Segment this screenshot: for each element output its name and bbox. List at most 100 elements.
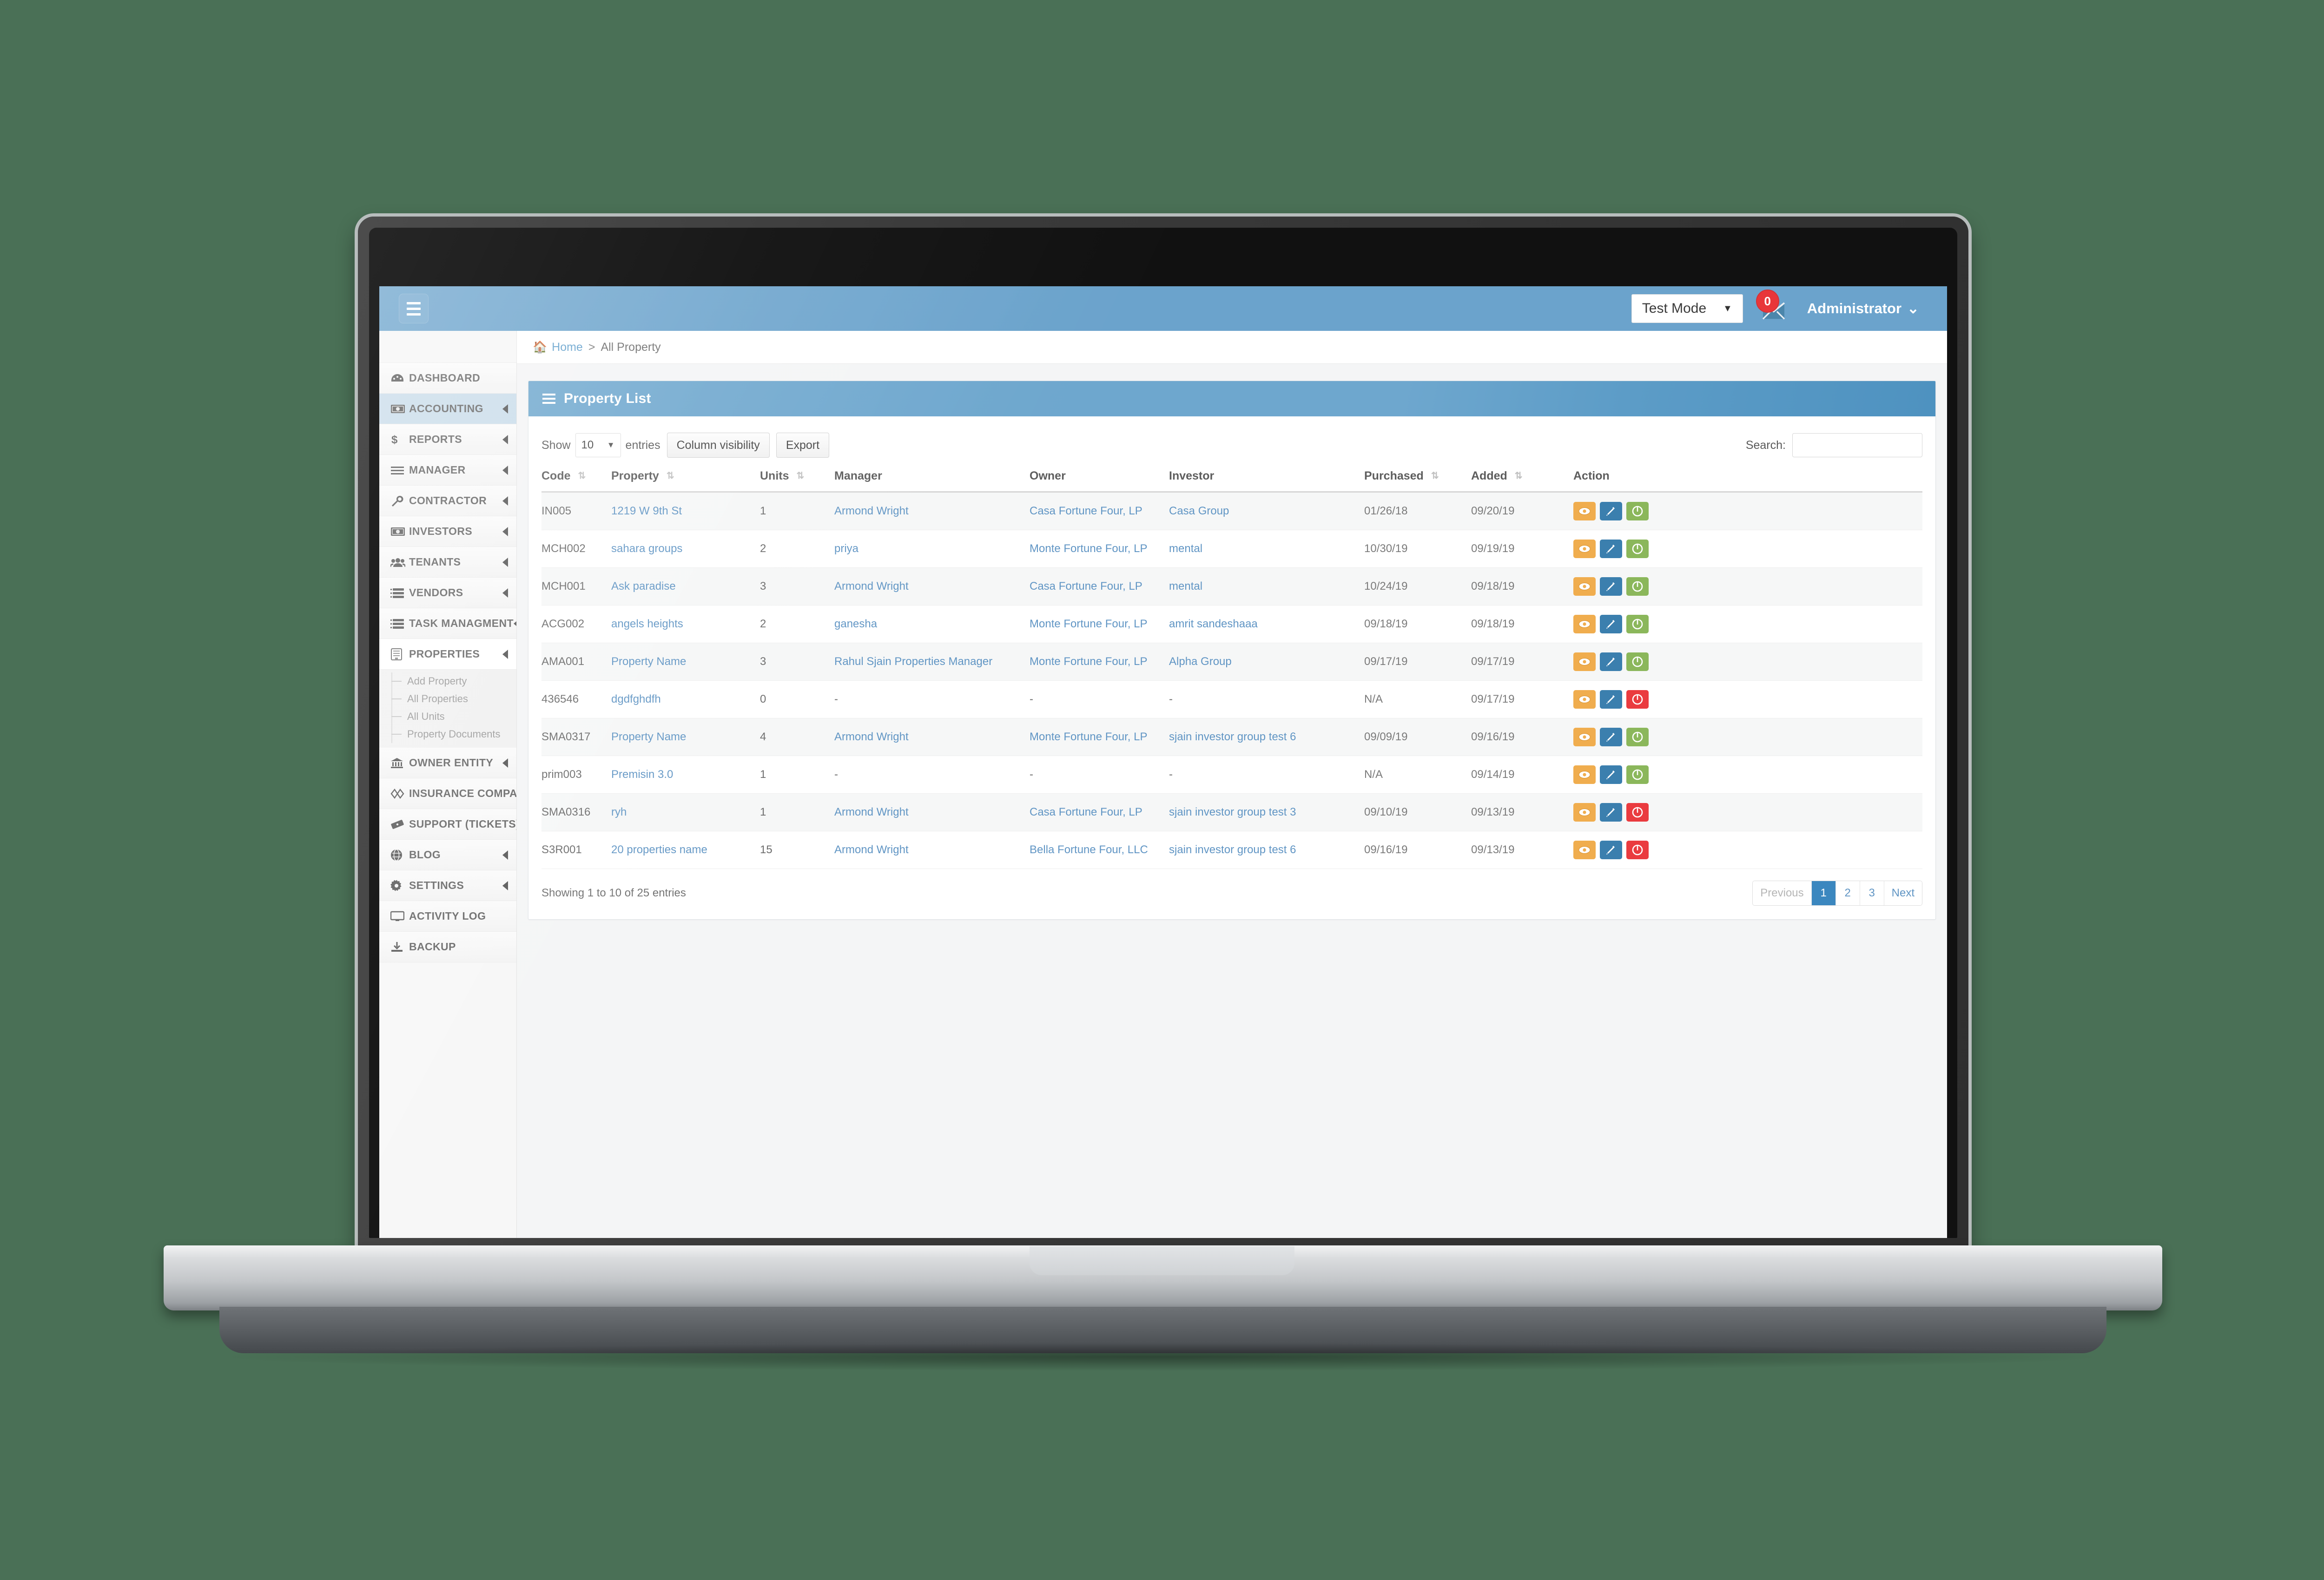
- pagination-item[interactable]: 3: [1860, 881, 1884, 905]
- edit-button[interactable]: [1600, 841, 1622, 859]
- cell-link[interactable]: 20 properties name: [611, 843, 707, 856]
- cell-link[interactable]: Casa Fortune Four, LP: [1030, 580, 1142, 592]
- col-purchased[interactable]: Purchased ⇅: [1364, 465, 1471, 493]
- sidebar-item-accounting[interactable]: ACCOUNTING: [379, 394, 516, 424]
- sidebar-item-activity-log[interactable]: ACTIVITY LOG: [379, 901, 516, 932]
- cell-link[interactable]: ganesha: [834, 618, 877, 630]
- edit-button[interactable]: [1600, 540, 1622, 558]
- table-row[interactable]: prim003 Premisin 3.0 1- - - N/A 09/14/19: [541, 756, 1922, 794]
- cell-link[interactable]: sjain investor group test 6: [1169, 731, 1296, 743]
- col-property[interactable]: Property ⇅: [611, 465, 760, 493]
- view-button[interactable]: [1573, 841, 1596, 859]
- cell-link[interactable]: dgdfghdfh: [611, 693, 661, 705]
- edit-button[interactable]: [1600, 765, 1622, 784]
- status-toggle-button[interactable]: [1626, 728, 1649, 746]
- cell-link[interactable]: sjain investor group test 3: [1169, 806, 1296, 818]
- sidebar-subitem-all-properties[interactable]: All Properties: [379, 690, 516, 708]
- col-code[interactable]: Code ⇅: [541, 465, 611, 493]
- cell-link[interactable]: Premisin 3.0: [611, 768, 673, 781]
- view-button[interactable]: [1573, 652, 1596, 671]
- cell-link[interactable]: Casa Fortune Four, LP: [1030, 505, 1142, 517]
- table-row[interactable]: IN005 1219 W 9th St 1 Armond Wright Casa For…: [541, 492, 1922, 530]
- sidebar-item-support-tickets[interactable]: SUPPORT (TICKETS): [379, 809, 516, 840]
- sidebar-subitem-all-units[interactable]: All Units: [379, 708, 516, 725]
- status-toggle-button[interactable]: [1626, 502, 1649, 520]
- cell-link[interactable]: Monte Fortune Four, LP: [1030, 542, 1147, 555]
- sidebar-item-investors[interactable]: INVESTORS: [379, 516, 516, 547]
- edit-button[interactable]: [1600, 577, 1622, 596]
- edit-button[interactable]: [1600, 690, 1622, 709]
- cell-link[interactable]: Armond Wright: [834, 505, 909, 517]
- cell-link[interactable]: 1219 W 9th St: [611, 505, 682, 517]
- search-input[interactable]: [1792, 433, 1922, 457]
- table-row[interactable]: AMA001 Property Name 3 Rahul Sjain Properti…: [541, 643, 1922, 681]
- cell-link[interactable]: Monte Fortune Four, LP: [1030, 655, 1147, 668]
- edit-button[interactable]: [1600, 803, 1622, 822]
- sidebar-item-tenants[interactable]: TENANTS: [379, 547, 516, 578]
- status-toggle-button[interactable]: [1626, 615, 1649, 633]
- sidebar-item-backup[interactable]: BACKUP: [379, 932, 516, 962]
- sidebar-item-insurance-company[interactable]: INSURANCE COMPANY: [379, 778, 516, 809]
- sidebar-item-blog[interactable]: BLOG: [379, 840, 516, 870]
- sidebar-item-manager[interactable]: MANAGER: [379, 455, 516, 486]
- table-row[interactable]: MCH002 sahara groups 2 priya Monte Fortune F…: [541, 530, 1922, 568]
- view-button[interactable]: [1573, 728, 1596, 746]
- account-menu[interactable]: Administrator ⌄: [1807, 300, 1919, 317]
- cell-link[interactable]: amrit sandeshaaa: [1169, 618, 1258, 630]
- cell-link[interactable]: Rahul Sjain Properties Manager: [834, 655, 992, 668]
- cell-link[interactable]: Monte Fortune Four, LP: [1030, 618, 1147, 630]
- cell-link[interactable]: Armond Wright: [834, 806, 909, 818]
- view-button[interactable]: [1573, 615, 1596, 633]
- sidebar-item-reports[interactable]: $ REPORTS: [379, 424, 516, 455]
- table-row[interactable]: SMA0316 ryh 1 Armond Wright Casa Fortune Fou…: [541, 793, 1922, 831]
- page-length-select[interactable]: 10 ▼: [575, 433, 621, 457]
- view-button[interactable]: [1573, 690, 1596, 709]
- table-row[interactable]: S3R001 20 properties name 15 Armond Wright B…: [541, 831, 1922, 869]
- pagination-item[interactable]: 2: [1835, 881, 1860, 905]
- test-mode-dropdown[interactable]: Test Mode ▼: [1631, 294, 1743, 323]
- menu-toggle-button[interactable]: [399, 294, 429, 323]
- breadcrumb-home-link[interactable]: Home: [552, 341, 583, 354]
- col-manager[interactable]: Manager: [834, 465, 1030, 493]
- cell-link[interactable]: Armond Wright: [834, 843, 909, 856]
- col-added[interactable]: Added ⇅: [1471, 465, 1573, 493]
- cell-link[interactable]: Property Name: [611, 655, 686, 668]
- export-button[interactable]: Export: [776, 433, 830, 458]
- edit-button[interactable]: [1600, 728, 1622, 746]
- col-units[interactable]: Units ⇅: [760, 465, 834, 493]
- cell-link[interactable]: Ask paradise: [611, 580, 676, 592]
- view-button[interactable]: [1573, 502, 1596, 520]
- cell-link[interactable]: sahara groups: [611, 542, 682, 555]
- view-button[interactable]: [1573, 577, 1596, 596]
- table-row[interactable]: 436546 dgdfghdfh 0- - - N/A 09/17/19: [541, 680, 1922, 718]
- sidebar-item-owner-entity[interactable]: OWNER ENTITY: [379, 748, 516, 778]
- status-toggle-button[interactable]: [1626, 765, 1649, 784]
- sidebar-subitem-add-property[interactable]: Add Property: [379, 672, 516, 690]
- status-toggle-button[interactable]: [1626, 841, 1649, 859]
- cell-link[interactable]: mental: [1169, 580, 1202, 592]
- cell-link[interactable]: Monte Fortune Four, LP: [1030, 731, 1147, 743]
- status-toggle-button[interactable]: [1626, 577, 1649, 596]
- sidebar-item-dashboard[interactable]: DASHBOARD: [379, 363, 516, 394]
- table-row[interactable]: MCH001 Ask paradise 3 Armond Wright Casa For…: [541, 567, 1922, 606]
- cell-link[interactable]: Property Name: [611, 731, 686, 743]
- cell-link[interactable]: Armond Wright: [834, 731, 909, 743]
- table-row[interactable]: SMA0317 Property Name 4 Armond Wright Monte …: [541, 718, 1922, 756]
- view-button[interactable]: [1573, 765, 1596, 784]
- pagination-item[interactable]: Next: [1884, 881, 1922, 905]
- cell-link[interactable]: Casa Fortune Four, LP: [1030, 806, 1142, 818]
- cell-link[interactable]: mental: [1169, 542, 1202, 555]
- sidebar-item-properties[interactable]: PROPERTIES: [379, 639, 516, 670]
- cell-link[interactable]: Armond Wright: [834, 580, 909, 592]
- edit-button[interactable]: [1600, 502, 1622, 520]
- sidebar-item-vendors[interactable]: VENDORS: [379, 578, 516, 608]
- column-visibility-button[interactable]: Column visibility: [667, 433, 770, 458]
- status-toggle-button[interactable]: [1626, 690, 1649, 709]
- sidebar-subitem-property-documents[interactable]: Property Documents: [379, 725, 516, 743]
- cell-link[interactable]: Casa Group: [1169, 505, 1229, 517]
- edit-button[interactable]: [1600, 615, 1622, 633]
- status-toggle-button[interactable]: [1626, 803, 1649, 822]
- pagination-item[interactable]: 1: [1811, 881, 1836, 905]
- cell-link[interactable]: sjain investor group test 6: [1169, 843, 1296, 856]
- sidebar-item-task-managment[interactable]: TASK MANAGMENT: [379, 608, 516, 639]
